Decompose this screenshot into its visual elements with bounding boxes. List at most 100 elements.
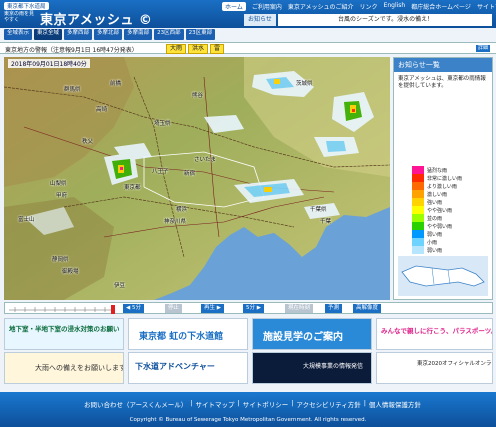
app-logo[interactable]: 東京アメッシュ © <box>40 9 152 28</box>
legend-label: やや強い雨 <box>427 207 453 214</box>
rain-radar-map[interactable]: 2018年09月01日18時40分 群馬県 前橋 熊谷 高崎 秩父 埼玉県 さい… <box>4 57 390 300</box>
legend-swatch <box>412 238 424 246</box>
legend-swatch <box>412 230 424 238</box>
region-tab-tokyo[interactable]: 東京全域 <box>34 29 63 40</box>
warning-tag-thunder: 雷 <box>210 44 225 54</box>
footer-accessibility-link[interactable]: アクセシビリティ方針 <box>296 399 360 409</box>
warning-tag-flood: 洪水 <box>188 44 209 54</box>
banner-sewer-museum[interactable]: 東京都 虹の下水道館 <box>128 318 248 350</box>
banner-facility-tour[interactable]: 施設見学のご案内 <box>252 318 372 350</box>
nav-metro-gov[interactable]: 都庁総合ホームページ <box>411 2 471 11</box>
place-label: 神奈川県 <box>164 219 187 225</box>
banner-sewer-adventure[interactable]: 下水道アドベンチャー <box>128 352 248 384</box>
legend-label: より激しい雨 <box>427 183 457 190</box>
footer-separator: | <box>190 399 193 407</box>
play-button[interactable]: 再生 ▶ <box>201 304 224 313</box>
legend-row: 猛烈な雨 <box>412 166 462 174</box>
prev-5min-button[interactable]: ◀ 5分 <box>123 304 144 313</box>
legend-label: 小雨 <box>427 239 438 246</box>
footer-privacy-link[interactable]: 個人情報保護方針 <box>369 399 421 409</box>
region-tabs: 全域表示 東京全域 多摩西部 多摩北部 多摩南部 23区西部 23区東部 <box>0 29 496 40</box>
legend-swatch <box>412 246 424 254</box>
now-button[interactable]: 現在時刻 <box>285 304 314 313</box>
banner-title: 下水道アドベンチャー <box>135 362 215 371</box>
legend-label: 強い雨 <box>427 199 443 206</box>
side-panel: お知らせ一覧 東京アメッシュは、東京都の雨情報を提供しています。 猛烈な雨 非常… <box>393 57 493 300</box>
banner-flood-measures[interactable]: 地下室・半地下室の浸水対策のお願い <box>4 318 124 350</box>
place-label: 御殿場 <box>62 269 79 275</box>
warning-bar: 東京地方の警報（注意報9月1日 16時47分発表） 大雨 洪水 雷 詳細 <box>0 42 496 54</box>
footer-policy-link[interactable]: サイトポリシー <box>243 399 289 409</box>
place-label: 伊豆 <box>114 283 126 289</box>
legend-label: 猛烈な雨 <box>427 167 448 174</box>
stop-button[interactable]: 停止 <box>165 304 183 313</box>
time-controls: ◀ 5分 停止 再生 ▶ 5分 ▶ 現在時刻 予測 高解像度 <box>4 302 493 314</box>
banner-title: 施設見学のご案内 <box>263 332 343 343</box>
banner-area: 地下室・半地下室の浸水対策のお願い 大雨への備えをお願いします。 東京都 虹の下… <box>4 318 493 388</box>
minimap-shape <box>401 265 485 287</box>
legend-swatch <box>412 222 424 230</box>
region-tab-tama-north[interactable]: 多摩北部 <box>94 29 123 40</box>
legend-swatch <box>412 214 424 222</box>
rain-legend: 猛烈な雨 非常に激しい雨 より激しい雨 激しい雨 強い雨 やや強い雨 並の雨 や… <box>412 166 462 254</box>
legend-swatch <box>412 174 424 182</box>
banner-large-projects[interactable]: 大規模事業の情報発信 <box>252 352 372 384</box>
nav-about[interactable]: 東京アメッシュのご紹介 <box>288 2 354 11</box>
site-header: 東京都下水道局 東京の雨を見やすく 東京アメッシュ © ホーム ご利用案内 東京… <box>0 0 496 28</box>
legend-row: やや強い雨 <box>412 206 462 214</box>
legend-row: 非常に激しい雨 <box>412 174 462 182</box>
place-label: 秩父 <box>82 139 94 145</box>
legend-swatch <box>412 198 424 206</box>
place-label: さいたま <box>194 157 216 163</box>
banner-title: 大雨への備えをお願いします。 <box>35 364 124 372</box>
time-slider[interactable] <box>7 304 117 314</box>
warning-text: 東京地方の警報（注意報9月1日 16時47分発表） <box>5 47 138 54</box>
map-timestamp: 2018年09月01日18時40分 <box>8 59 90 68</box>
notice-label: お知らせ <box>244 14 276 26</box>
legend-row: 激しい雨 <box>412 190 462 198</box>
legend-label: 弱い雨 <box>427 231 443 238</box>
warning-detail-button[interactable]: 詳細 <box>476 45 491 52</box>
footer-sitemap-link[interactable]: サイトマップ <box>196 399 235 409</box>
forecast-button[interactable]: 予測 <box>325 304 343 313</box>
region-tab-23-west[interactable]: 23区西部 <box>154 29 184 40</box>
legend-row: 強い雨 <box>412 198 462 206</box>
nav-sitemap[interactable]: サイトマップ <box>477 2 496 11</box>
notice-body: 東京アメッシュは、東京都の雨情報を提供しています。 <box>398 76 486 89</box>
region-tab-23-east[interactable]: 23区東部 <box>185 29 216 40</box>
banner-olympic-shop[interactable]: 東京2020オフィシャルオンラインショップ <box>376 352 493 384</box>
place-label: 千葉 <box>320 219 332 225</box>
place-label: 茨城県 <box>296 81 313 87</box>
legend-swatch <box>412 190 424 198</box>
footer-separator: | <box>237 399 240 407</box>
notice-list-title[interactable]: お知らせ一覧 <box>394 58 492 72</box>
legend-row: 並の雨 <box>412 214 462 222</box>
place-label: 東京都 <box>124 185 141 191</box>
nav-english[interactable]: English <box>384 2 406 11</box>
high-res-button[interactable]: 高解像度 <box>353 304 382 313</box>
legend-swatch <box>412 166 424 174</box>
place-label: 高崎 <box>96 107 108 113</box>
nav-links[interactable]: リンク <box>360 2 378 11</box>
warning-tag-heavy-rain: 大雨 <box>166 44 187 54</box>
legend-label: 並の雨 <box>427 215 443 222</box>
region-tab-all[interactable]: 全域表示 <box>4 29 33 40</box>
legend-row: やや弱い雨 <box>412 222 462 230</box>
notice-ticker[interactable]: 台風のシーズンです。浸水の備え！ <box>278 14 492 26</box>
nav-home[interactable]: ホーム <box>222 2 246 11</box>
banner-heavy-rain[interactable]: 大雨への備えをお願いします。 <box>4 352 124 384</box>
place-label: 埼玉県 <box>154 121 171 127</box>
place-label: 前橋 <box>110 81 122 87</box>
place-label: 山梨県 <box>50 181 67 187</box>
banner-para-sports[interactable]: みんなで親しに行こう、パラスポーツ。 <box>376 318 493 350</box>
place-label: 甲府 <box>56 193 68 199</box>
legend-row: 弱い雨 <box>412 230 462 238</box>
region-tab-tama-south[interactable]: 多摩南部 <box>124 29 153 40</box>
tokyo-minimap[interactable] <box>398 256 488 296</box>
next-5min-button[interactable]: 5分 ▶ <box>243 304 264 313</box>
region-tab-tama-west[interactable]: 多摩西部 <box>64 29 93 40</box>
nav-guide[interactable]: ご利用案内 <box>252 2 282 11</box>
place-label: 新宿 <box>184 171 196 177</box>
footer-contact-link[interactable]: お問い合わせ（アースくんメール） <box>84 399 187 409</box>
place-label: 横浜 <box>176 207 188 213</box>
